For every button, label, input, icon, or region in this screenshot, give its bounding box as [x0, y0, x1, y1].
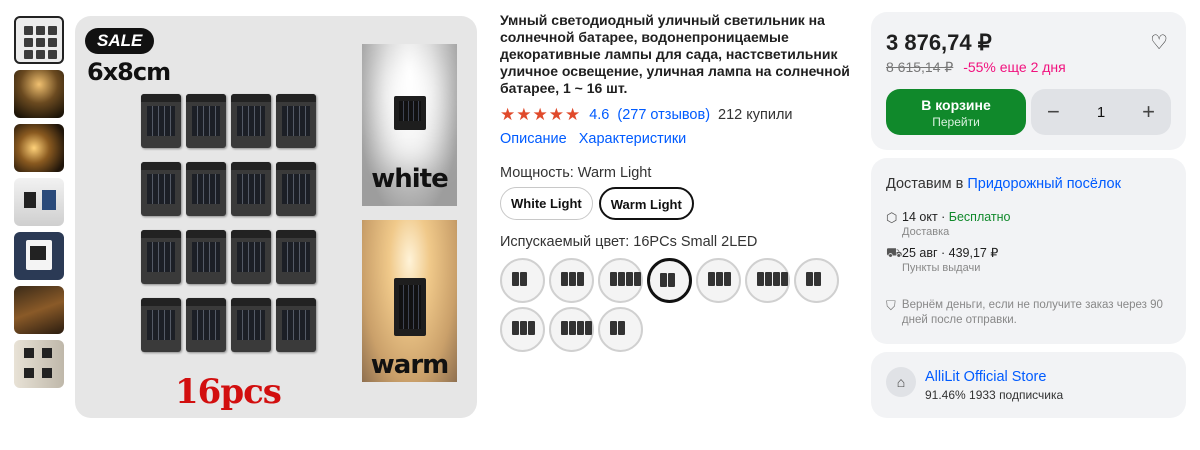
- power-label: Мощность: Warm Light: [500, 165, 652, 181]
- quantity-stepper: − 1 +: [1031, 89, 1171, 135]
- thumbnail-6[interactable]: [14, 286, 64, 334]
- lamp-illustration: [141, 230, 181, 284]
- refund-note: ⛉ Вернём деньги, если не получите заказ …: [886, 298, 1176, 328]
- color-variant-10[interactable]: [598, 307, 643, 352]
- color-variant-8[interactable]: [500, 307, 545, 352]
- courier-sub: Доставка: [902, 226, 950, 238]
- delivery-card: Доставим в Придорожный посёлок ⬡ 14 окт …: [871, 158, 1186, 344]
- reviews-link[interactable]: (277 отзывов): [617, 107, 710, 123]
- color-variant-6[interactable]: [745, 258, 790, 303]
- product-info: Умный светодиодный уличный светильник на…: [500, 12, 860, 352]
- color-variant-4[interactable]: [647, 258, 692, 303]
- lamp-illustration: [186, 162, 226, 216]
- in-cart-button[interactable]: В корзине Перейти: [886, 89, 1026, 135]
- courier-price: Бесплатно: [948, 210, 1011, 224]
- favorite-heart-icon[interactable]: ♡: [1150, 30, 1168, 55]
- power-options: White Light Warm Light: [500, 187, 860, 220]
- lamp-illustration: [231, 230, 271, 284]
- pickup-text: 25 авг · 439,17 ₽: [902, 246, 999, 260]
- delivery-option-pickup: ⛟ 25 авг · 439,17 ₽ Пункты выдачи: [886, 245, 998, 274]
- store-icon: ⌂: [886, 367, 916, 397]
- courier-date: 14 окт: [902, 210, 938, 224]
- delivery-location-link[interactable]: Придорожный посёлок: [967, 176, 1121, 192]
- color-variant-5[interactable]: [696, 258, 741, 303]
- lamp-illustration: [276, 230, 316, 284]
- store-meta: 91.46% 1933 подписчика: [925, 388, 1064, 402]
- old-price: 8 615,14 ₽: [886, 59, 954, 75]
- color-variants: [500, 258, 860, 352]
- shield-icon: ⛉: [886, 298, 896, 313]
- in-cart-label: В корзине: [921, 97, 991, 113]
- lamp-illustration: [186, 298, 226, 352]
- store-card[interactable]: ⌂ AlliLit Official Store 91.46% 1933 под…: [871, 352, 1186, 418]
- lamp-illustration: [276, 298, 316, 352]
- sale-badge: SALE: [85, 28, 155, 54]
- quantity-value: 1: [1096, 103, 1106, 121]
- description-link[interactable]: Описание: [500, 131, 567, 147]
- thumbnail-1[interactable]: [14, 16, 64, 64]
- thumbnail-7[interactable]: [14, 340, 64, 388]
- store-name-link[interactable]: AlliLit Official Store: [925, 369, 1046, 385]
- bought-count: 212 купили: [718, 107, 793, 123]
- color-label: Испускаемый цвет: 16PCs Small 2LED: [500, 234, 758, 250]
- old-price-row: 8 615,14 ₽ -55% еще 2 дня: [886, 59, 1066, 76]
- color-variant-1[interactable]: [500, 258, 545, 303]
- rating-value[interactable]: 4.6: [589, 107, 609, 123]
- current-price: 3 876,74 ₽: [886, 30, 992, 55]
- delivery-prefix: Доставим в: [886, 176, 964, 192]
- lamp-illustration: [231, 298, 271, 352]
- specs-link[interactable]: Характеристики: [579, 131, 687, 147]
- refund-text: Вернём деньги, если не получите заказ че…: [901, 299, 1163, 326]
- power-option-white[interactable]: White Light: [500, 187, 593, 220]
- thumbnail-4[interactable]: [14, 178, 64, 226]
- box-icon: ⬡: [886, 210, 898, 225]
- lamp-illustration: [231, 162, 271, 216]
- main-product-image[interactable]: SALE 6x8cm 16pcs white warm: [75, 16, 477, 418]
- info-links: Описание Характеристики: [500, 131, 860, 147]
- power-option-warm[interactable]: Warm Light: [598, 187, 694, 220]
- lamp-illustration: [276, 162, 316, 216]
- rating-row: ★★★★★ 4.6 (277 отзывов) 212 купили: [500, 105, 860, 125]
- truck-icon: ⛟: [886, 245, 903, 260]
- price-card: 3 876,74 ₽ ♡ 8 615,14 ₽ -55% еще 2 дня В…: [871, 12, 1186, 150]
- color-variant-3[interactable]: [598, 258, 643, 303]
- color-variant-7[interactable]: [794, 258, 839, 303]
- white-label: white: [371, 164, 449, 194]
- increase-button[interactable]: +: [1142, 99, 1155, 125]
- color-variant-9[interactable]: [549, 307, 594, 352]
- discount-text: -55% еще 2 дня: [963, 59, 1066, 75]
- product-title: Умный светодиодный уличный светильник на…: [500, 12, 850, 96]
- warm-light-photo: warm: [362, 220, 457, 382]
- decrease-button[interactable]: −: [1047, 99, 1060, 125]
- image-size-text: 6x8cm: [87, 58, 171, 86]
- delivery-option-courier: ⬡ 14 окт · Бесплатно Доставка: [886, 210, 1011, 238]
- warm-label: warm: [370, 350, 449, 380]
- lamp-illustration: [186, 94, 226, 148]
- pickup-sub: Пункты выдачи: [902, 262, 981, 274]
- thumbnail-3[interactable]: [14, 124, 64, 172]
- thumbnail-2[interactable]: [14, 70, 64, 118]
- lamp-illustration: [276, 94, 316, 148]
- thumbnail-list: [14, 16, 66, 394]
- thumbnail-5[interactable]: [14, 232, 64, 280]
- lamp-illustration: [186, 230, 226, 284]
- delivery-heading: Доставим в Придорожный посёлок: [886, 176, 1121, 192]
- lamp-illustration: [141, 94, 181, 148]
- image-count-text: 16pcs: [175, 372, 282, 412]
- rating-stars-icon: ★★★★★: [500, 105, 582, 124]
- lamp-illustration: [231, 94, 271, 148]
- lamp-illustration: [141, 162, 181, 216]
- go-to-cart-label: Перейти: [932, 115, 980, 129]
- white-light-photo: white: [362, 44, 457, 206]
- color-variant-2[interactable]: [549, 258, 594, 303]
- lamp-illustration: [141, 298, 181, 352]
